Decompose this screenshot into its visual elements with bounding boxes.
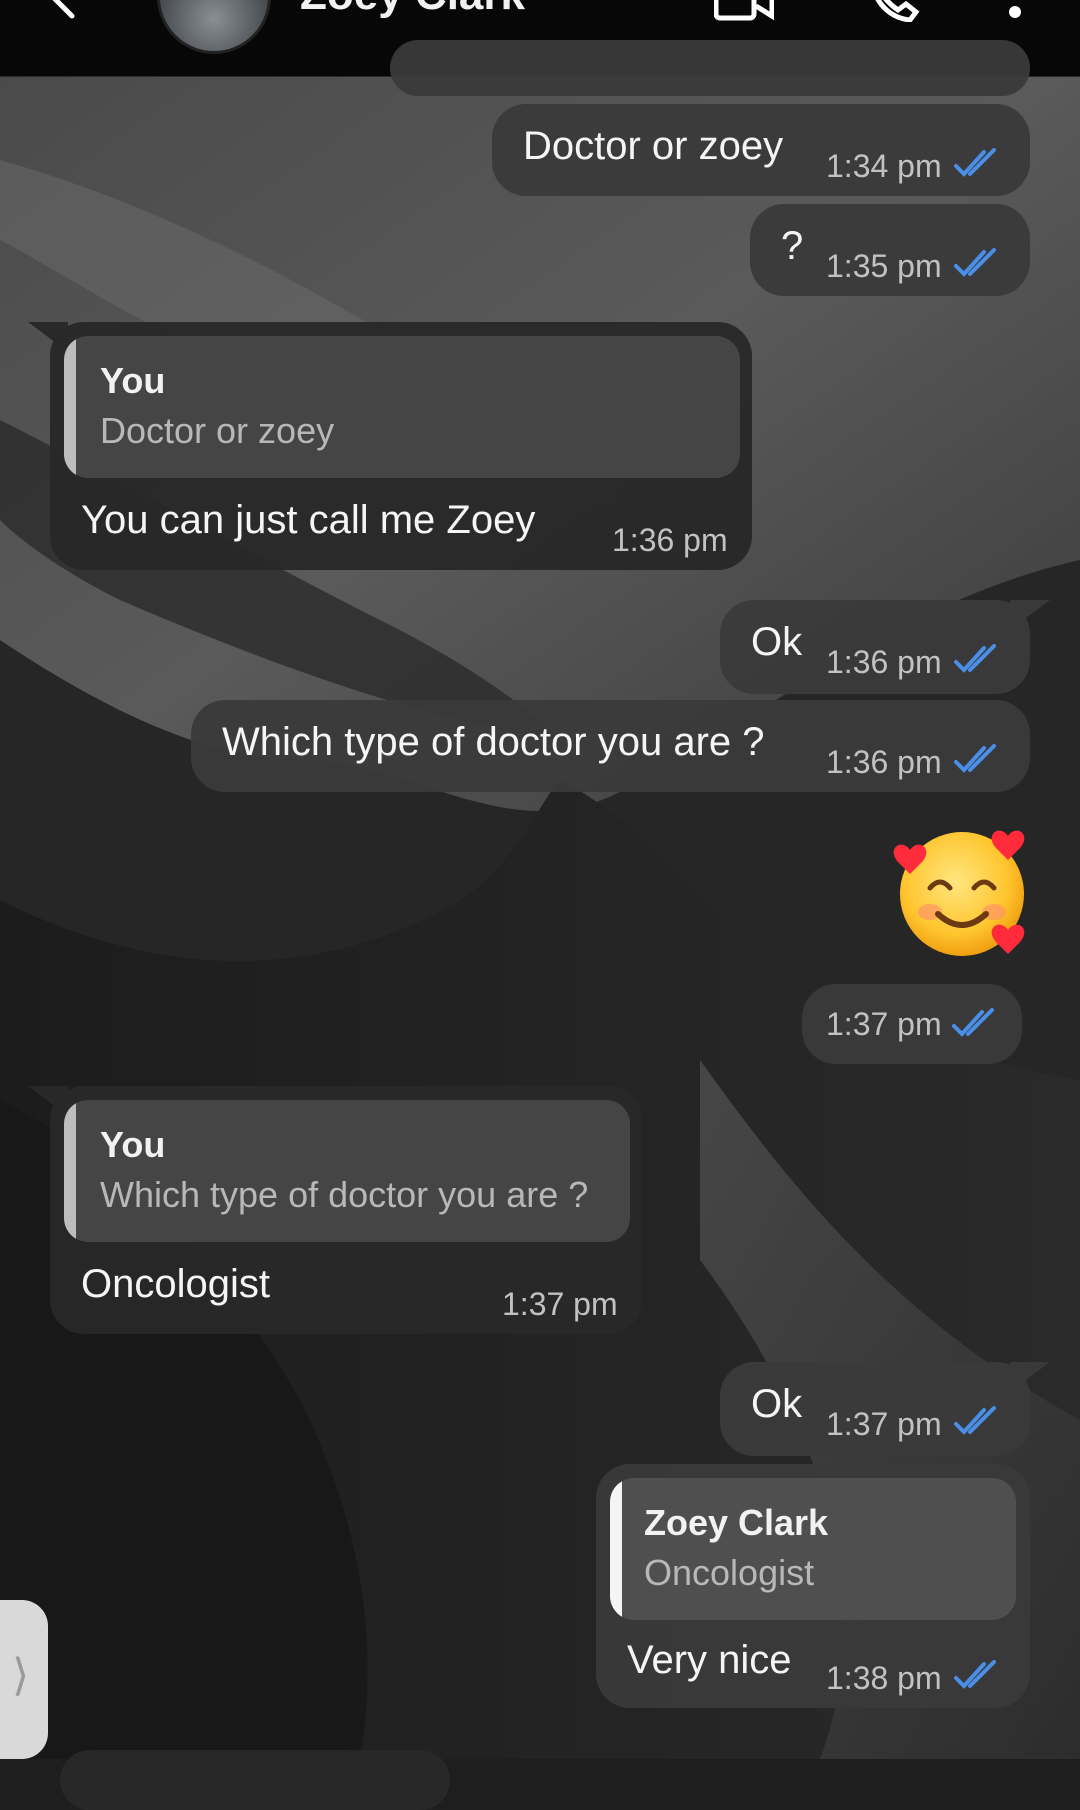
message-text: ?	[781, 224, 804, 268]
message-time: 1:36 pm	[612, 522, 728, 558]
message-text: You can just call me Zoey	[81, 498, 536, 542]
message-time: 1:34 pm	[826, 148, 942, 184]
smiling-face-with-hearts-emoji[interactable]	[892, 822, 1032, 962]
quote-bar	[64, 1100, 76, 1242]
message-text: Ok	[751, 620, 803, 664]
quote-bar	[64, 336, 76, 478]
read-receipt-icon	[954, 744, 996, 773]
message-bubble-incoming[interactable]: You Doctor or zoey You can just call me …	[50, 322, 752, 570]
message-time: 1:37 pm	[826, 1406, 942, 1442]
video-call-icon[interactable]	[714, 0, 774, 22]
edge-panel-handle[interactable]: ⟩	[0, 1600, 48, 1759]
message-text: Ok	[751, 1382, 803, 1426]
read-receipt-icon	[952, 1008, 994, 1037]
reply-quote[interactable]: You Doctor or zoey	[64, 336, 740, 478]
more-options-icon[interactable]	[1000, 0, 1030, 22]
message-text: Doctor or zoey	[523, 124, 784, 168]
read-receipt-icon	[954, 248, 996, 277]
contact-avatar[interactable]	[157, 0, 271, 54]
quote-author: You	[100, 360, 166, 401]
message-bubble-outgoing[interactable]: Which type of doctor you are ? 1:36 pm	[191, 700, 1030, 792]
message-time: 1:38 pm	[826, 1660, 942, 1696]
reply-quote[interactable]: You Which type of doctor you are ?	[64, 1100, 630, 1242]
quote-text: Doctor or zoey	[100, 410, 335, 451]
message-bubble-incoming[interactable]: You Which type of doctor you are ? Oncol…	[50, 1086, 642, 1334]
message-bubble-outgoing[interactable]	[390, 40, 1030, 96]
read-receipt-icon	[954, 148, 996, 177]
back-arrow-icon[interactable]	[44, 0, 84, 20]
message-bubble-outgoing[interactable]: Ok 1:37 pm	[720, 1362, 1030, 1456]
message-bubble-outgoing[interactable]: Zoey Clark Oncologist Very nice 1:38 pm	[596, 1464, 1030, 1708]
read-receipt-icon	[954, 1660, 996, 1689]
read-receipt-icon	[954, 1406, 996, 1435]
voice-call-icon[interactable]	[870, 0, 920, 22]
message-bubble-incoming[interactable]	[60, 1750, 450, 1810]
message-time: 1:37 pm	[502, 1286, 618, 1322]
quote-text: Oncologist	[644, 1552, 815, 1593]
message-text: Which type of doctor you are ?	[222, 720, 765, 764]
message-time: 1:36 pm	[826, 644, 942, 680]
message-text: Oncologist	[81, 1262, 270, 1306]
message-bubble-outgoing[interactable]: 1:37 pm	[802, 984, 1022, 1064]
reply-quote[interactable]: Zoey Clark Oncologist	[610, 1478, 1016, 1620]
message-time: 1:35 pm	[826, 248, 942, 284]
contact-name[interactable]: Zoey Clark	[300, 0, 525, 20]
quote-bar	[610, 1478, 622, 1620]
read-receipt-icon	[954, 644, 996, 673]
edge-panel-arrow-icon: ⟩	[12, 1651, 30, 1700]
message-bubble-outgoing[interactable]: Doctor or zoey 1:34 pm	[492, 104, 1030, 196]
message-text: Very nice	[627, 1638, 792, 1682]
quote-author: You	[100, 1124, 166, 1165]
message-bubble-outgoing[interactable]: Ok 1:36 pm	[720, 600, 1030, 694]
message-time: 1:36 pm	[826, 744, 942, 780]
quote-author: Zoey Clark	[644, 1502, 829, 1543]
message-time: 1:37 pm	[826, 1006, 942, 1042]
message-bubble-outgoing[interactable]: ? 1:35 pm	[750, 204, 1030, 296]
quote-text: Which type of doctor you are ?	[100, 1174, 589, 1215]
